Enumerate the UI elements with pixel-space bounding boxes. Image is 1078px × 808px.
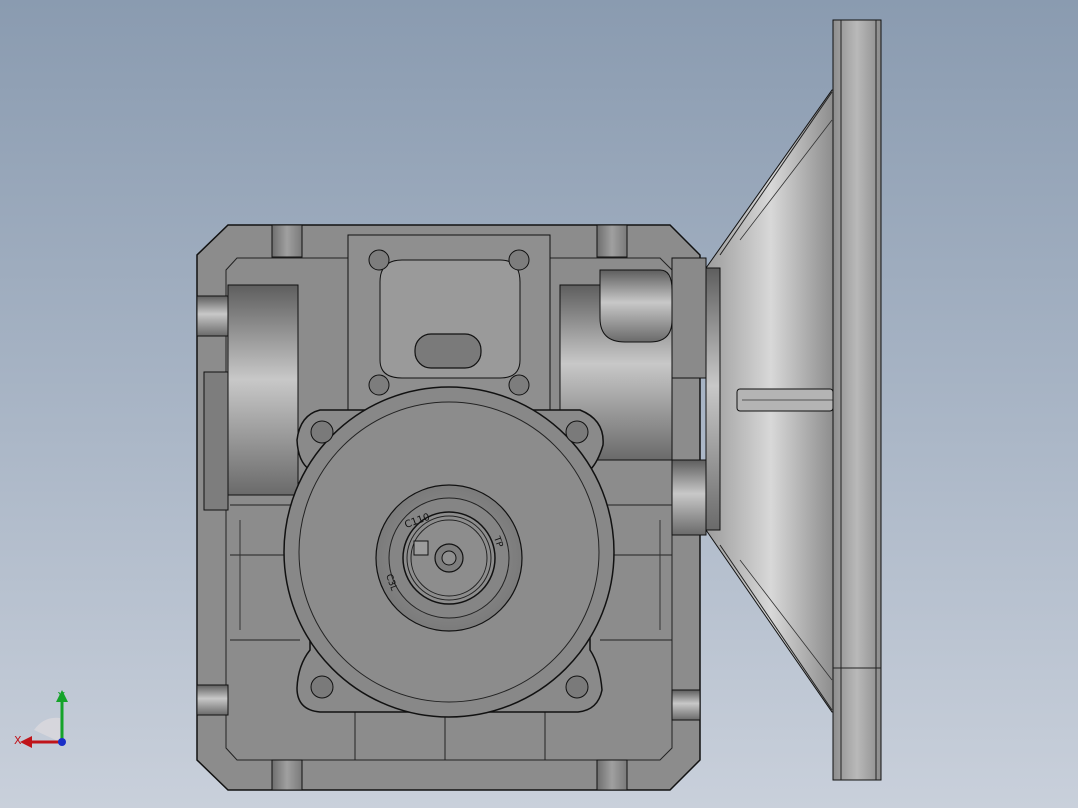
y-axis-label: Y [57, 690, 65, 703]
view-triad[interactable]: Y X [14, 686, 76, 752]
top-mounting-pad [347, 234, 551, 411]
triad-plane-icon [34, 717, 60, 742]
x-axis-arrowhead [20, 736, 32, 748]
z-axis-dot [58, 738, 66, 746]
motor-flange-adapter [705, 89, 837, 713]
output-cover [283, 386, 615, 718]
graphics-viewport[interactable]: C110 C3L TP Y X [0, 0, 1078, 808]
x-axis-label: X [14, 734, 22, 747]
motor-flange-plate [832, 19, 882, 781]
gearbox-model[interactable]: C110 C3L TP [0, 0, 1078, 808]
